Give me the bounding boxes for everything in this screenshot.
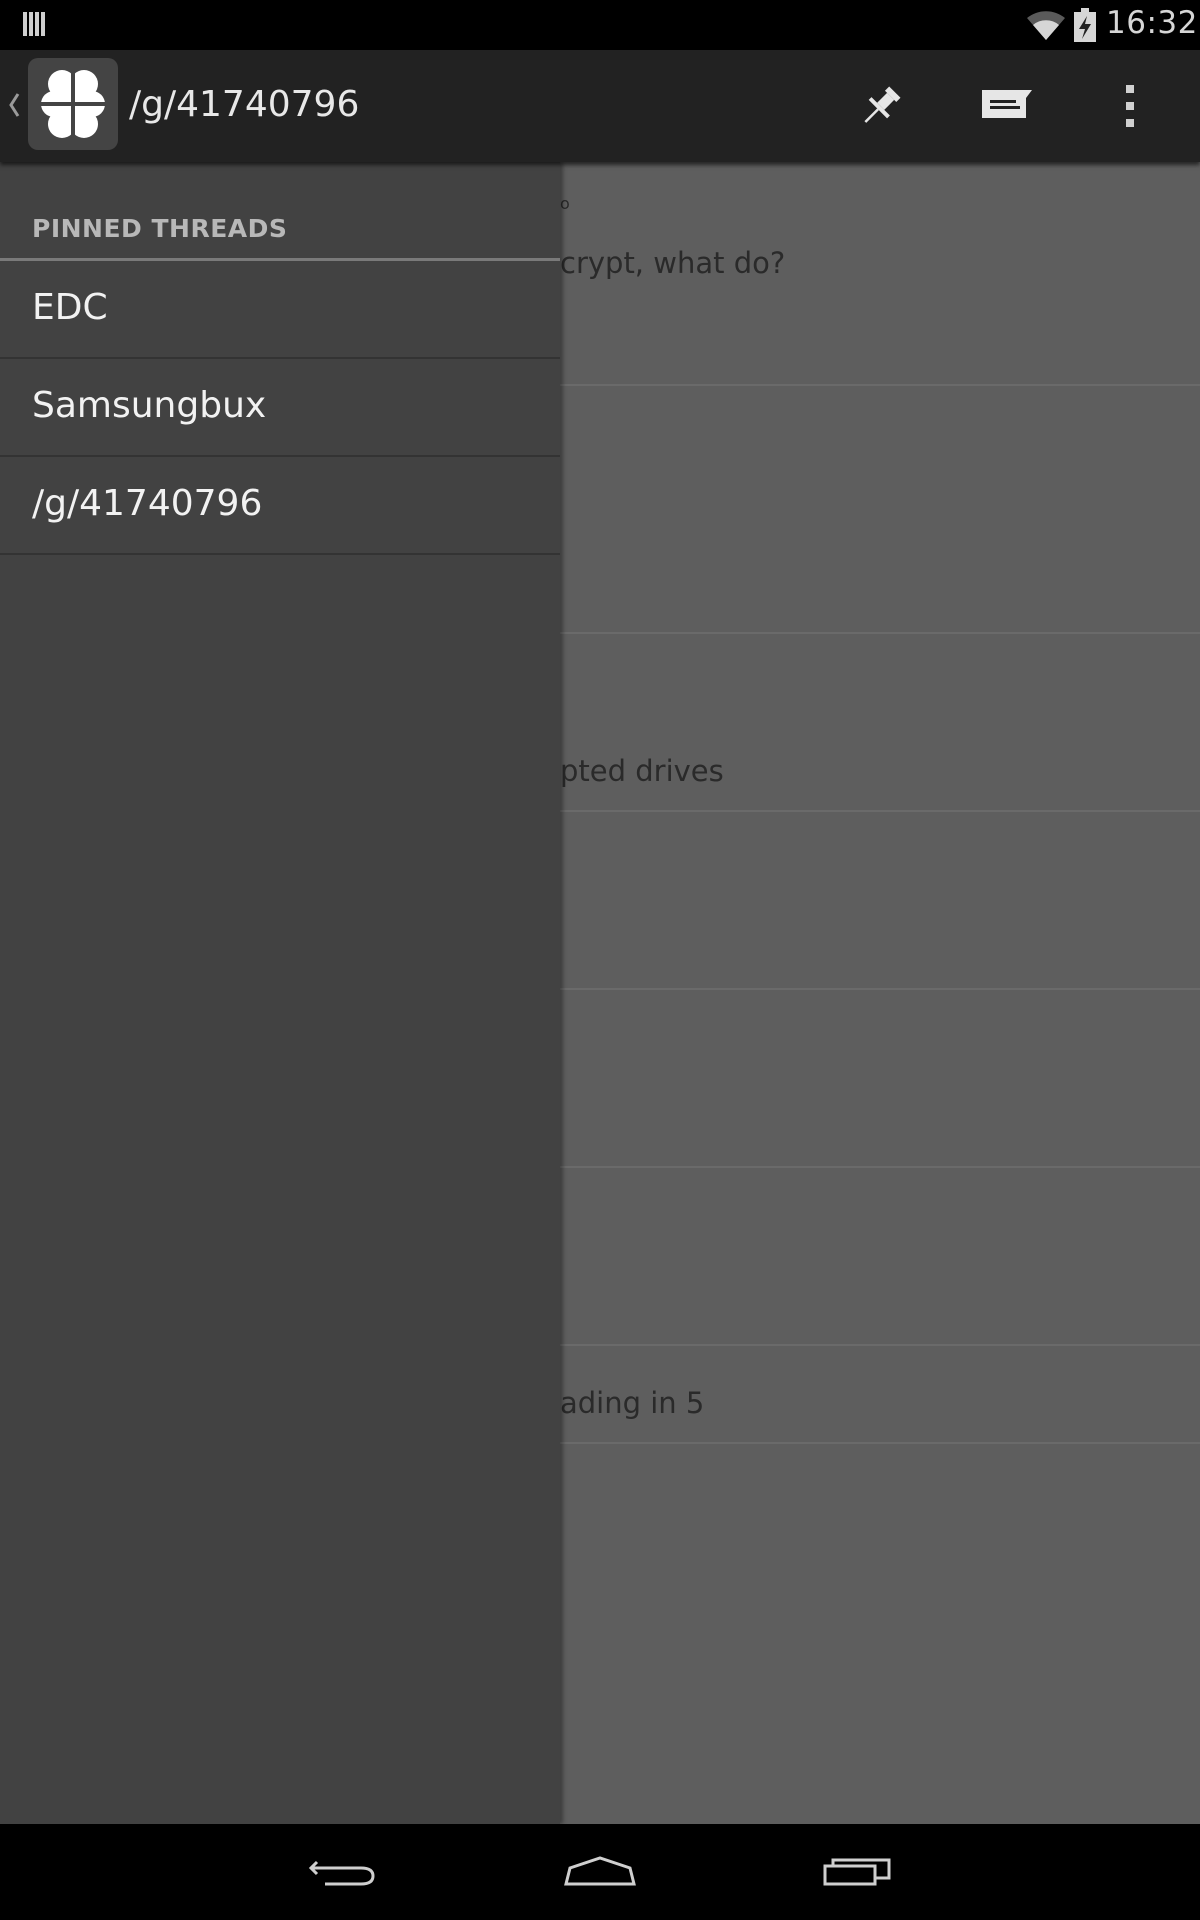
back-button[interactable] xyxy=(283,1824,403,1920)
pinned-thread-item[interactable]: /g/41740796 xyxy=(0,457,560,555)
recents-button[interactable] xyxy=(797,1824,917,1920)
overflow-menu-button[interactable] xyxy=(1080,50,1190,162)
reply-icon xyxy=(982,90,1032,118)
four-leaf-clover-icon xyxy=(40,68,106,140)
reply-button[interactable] xyxy=(950,50,1060,162)
clock: 16:32 xyxy=(1106,5,1198,41)
wifi-icon xyxy=(1027,11,1065,41)
pinned-thread-item[interactable]: Samsungbux xyxy=(0,359,560,457)
list-item[interactable] xyxy=(560,990,1200,1168)
pinned-thread-label: Samsungbux xyxy=(32,385,267,426)
pin-button[interactable] xyxy=(825,50,935,162)
overflow-menu-icon xyxy=(1126,85,1134,127)
system-navigation-bar xyxy=(0,1824,1200,1920)
action-bar: /g/41740796 xyxy=(0,50,1200,162)
up-caret-icon[interactable] xyxy=(6,90,22,120)
screen: 16:32 o crypt, what do? pted drives adin… xyxy=(0,0,1200,1920)
pinned-thread-label: /g/41740796 xyxy=(32,483,263,524)
back-icon xyxy=(308,1860,375,1886)
drawer-section-header: PINNED THREADS xyxy=(32,214,288,243)
app-icon[interactable] xyxy=(28,58,118,150)
list-item[interactable] xyxy=(560,1168,1200,1346)
action-bar-title: /g/41740796 xyxy=(129,84,360,125)
home-icon xyxy=(564,1856,636,1886)
list-item-text: pted drives xyxy=(560,754,724,788)
pin-icon xyxy=(864,86,901,123)
pinned-thread-item[interactable]: EDC xyxy=(0,261,560,359)
navigation-drawer: PINNED THREADS EDC Samsungbux /g/4174079… xyxy=(0,162,560,1824)
notification-icon xyxy=(23,12,45,36)
status-bar: 16:32 xyxy=(0,0,1200,50)
list-item-text: ading in 5 xyxy=(560,1386,705,1420)
battery-charging-icon xyxy=(1074,8,1096,42)
recents-icon xyxy=(823,1858,891,1886)
home-button[interactable] xyxy=(540,1824,660,1920)
list-item-text: crypt, what do? xyxy=(560,246,786,280)
pinned-thread-label: EDC xyxy=(32,287,108,328)
list-item-text: o xyxy=(560,194,570,213)
list-item[interactable] xyxy=(560,812,1200,990)
list-item[interactable] xyxy=(560,386,1200,634)
